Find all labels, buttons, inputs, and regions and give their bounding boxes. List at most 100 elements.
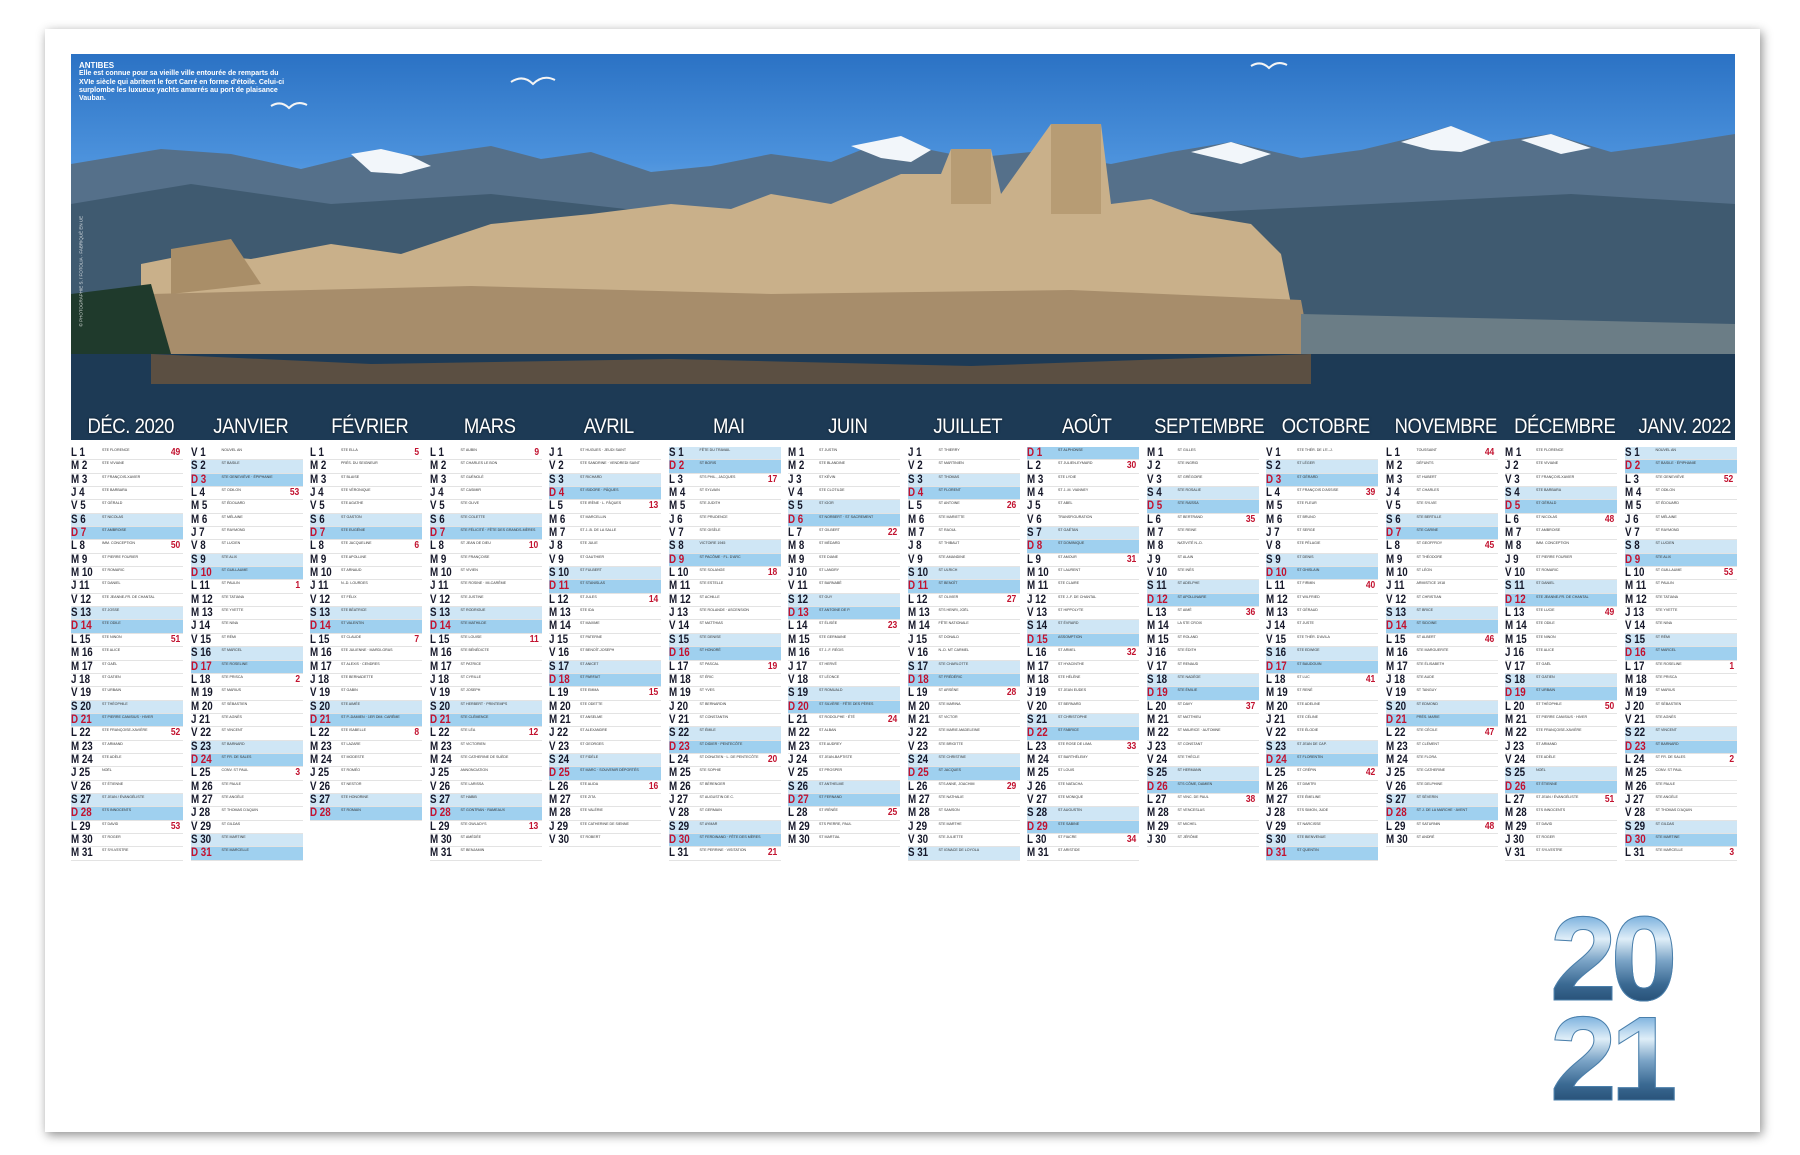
day-label: V 28	[668, 807, 689, 820]
day-label: S 2	[1266, 460, 1281, 473]
day-row: L 22 STE LÉA 12	[429, 727, 542, 741]
day-row: S 30 STE BIENVENUE	[1266, 833, 1378, 848]
day-row: J 20 ST SÉBASTIEN	[1624, 701, 1737, 714]
saint-name: ST RENAUD	[1177, 661, 1199, 666]
saint-name: ST MAXIME	[580, 621, 600, 626]
day-row: M 9 ST PIERRE FOURIER	[71, 554, 183, 568]
saint-name: STE NATACHA	[1058, 781, 1083, 786]
day-label: S 18	[1146, 673, 1167, 686]
day-row: L 16 ST ARMEL 32	[1027, 647, 1139, 661]
day-row: J 19 ST JEAN EUDES	[1027, 687, 1139, 701]
day-label: M 14	[549, 620, 571, 633]
day-row: M 28 STE VALÉRIE	[549, 807, 661, 821]
saint-name: ST AMÉDÉE	[460, 834, 482, 839]
day-row: M 3 ST GUÉNOLÉ	[429, 473, 542, 488]
saint-name: STS PIERRE, PAUL	[819, 821, 852, 826]
day-row: S 6 STE BERTILLE	[1385, 513, 1498, 528]
day-row: D 28 ST ROMAIN	[310, 807, 422, 821]
day-label: M 13	[907, 607, 930, 620]
day-label: D 30	[1624, 833, 1646, 846]
week-number: 14	[648, 593, 659, 605]
saint-name: ST GUILLAUME	[1655, 568, 1682, 573]
day-row: M 13 STE YVETTE	[190, 607, 303, 621]
day-label: J 22	[907, 727, 927, 740]
day-row: L 8 STE JACQUELINE 6	[310, 540, 422, 554]
month-column: L 1 STE ELLA 5 M 2 PRÉS. DU SEIGNEUR M 3 ST BL…	[310, 447, 422, 861]
day-label: S 29	[668, 820, 689, 833]
day-row: S 18 ST GATIEN	[1505, 673, 1617, 688]
day-row: V 31 ST SYLVESTRE	[1505, 847, 1617, 861]
day-label: L 31	[668, 847, 688, 860]
day-row: D 7 STE CARINE	[1385, 527, 1498, 541]
saint-name: STE AIMÉE	[341, 701, 360, 706]
saint-name: ST VICTORIEN	[460, 741, 486, 746]
day-row: S 12 ST GUY	[788, 593, 900, 608]
day-label: M 17	[1027, 660, 1049, 673]
day-label: M 3	[429, 473, 446, 486]
month-name: OCTOBRE	[1281, 415, 1370, 438]
day-label: L 10	[1624, 567, 1644, 580]
day-row: D 5 ST GÉRALD	[1505, 500, 1617, 514]
week-number: 53	[290, 487, 300, 499]
day-label: L 4	[190, 487, 205, 500]
day-label: L 8	[71, 540, 85, 553]
saint-name: ST ACHILLE	[699, 594, 720, 599]
day-row: D 15 ASSOMPTION	[1027, 633, 1139, 648]
day-row: L 15 STE LOUISE 11	[429, 634, 542, 648]
day-label: M 6	[549, 513, 566, 526]
saint-name: ST GILBERT	[819, 528, 840, 533]
day-label: J 5	[1027, 500, 1041, 513]
day-row: L 1 STE FLORENCE 49	[71, 447, 183, 461]
saint-name: STE HONORINE	[341, 794, 369, 799]
day-label: J 13	[1624, 607, 1644, 620]
week-number: 16	[648, 780, 659, 792]
day-row: J 14 STE NINA	[190, 620, 303, 634]
day-label: J 21	[1266, 713, 1286, 726]
day-label: V 3	[1146, 473, 1162, 486]
saint-name: ST PATERNE	[580, 634, 602, 639]
saint-name: ST JULES	[580, 594, 597, 599]
day-label: J 1	[907, 447, 922, 459]
day-row: M 22 ST ALBAN	[788, 727, 900, 741]
day-label: M 30	[1385, 833, 1408, 846]
saint-name: PRÉS. MARIE	[1416, 714, 1440, 719]
day-label: V 19	[429, 687, 450, 700]
day-label: L 1	[71, 447, 85, 459]
saint-name: STE ROSINE · MI-CARÊME	[460, 581, 507, 586]
saint-name: STE ÉMELINE	[1297, 794, 1321, 799]
week-number: 17	[768, 473, 778, 485]
saint-name: ST VENCESLAS	[1177, 808, 1205, 813]
day-label: D 4	[549, 487, 565, 500]
day-label: V 1	[190, 447, 206, 459]
saint-name: ST LUCIEN	[1655, 541, 1675, 546]
saint-name: ST BASILE	[221, 461, 240, 466]
saint-name: STE JULIETTE	[938, 834, 964, 839]
day-label: M 31	[1027, 847, 1049, 860]
saint-name: ST ALBAN	[819, 728, 837, 733]
day-row: S 7 ST GAÉTAN	[1027, 527, 1139, 541]
day-row: L 15 ST CLAUDE 7	[310, 634, 422, 648]
day-row: S 1 NOUVEL AN	[1624, 447, 1737, 461]
week-number: 2	[1729, 753, 1735, 765]
day-row: J 17 ST HERVÉ	[788, 661, 900, 674]
day-label: V 30	[549, 833, 570, 846]
day-row: M 30 ST AMÉDÉE	[429, 834, 542, 848]
day-row: S 1 FÊTE DU TRAVAIL	[668, 447, 781, 461]
saint-name: STE CÉCILE	[1416, 728, 1438, 733]
day-row: M 20 STE ODETTE	[549, 701, 661, 714]
saint-name: ST THÉOPHILE	[102, 701, 128, 706]
day-label: M 29	[788, 820, 810, 833]
week-number: 33	[1126, 740, 1137, 752]
saint-name: STE AGNÈS	[1655, 714, 1676, 719]
caption-title: ANTIBES	[79, 61, 115, 70]
day-label: J 18	[429, 673, 449, 686]
day-row: D 7 STE FÉLICITÉ · FÊTE DES GRANDS-MÈRES	[429, 527, 542, 541]
saint-name: ST ROGER	[1536, 834, 1555, 839]
day-row: V 12 ST CHRISTIAN	[1385, 594, 1498, 608]
saint-name: ST ARMAND	[1536, 741, 1557, 746]
day-label: S 27	[310, 793, 331, 806]
day-row: L 17 ST PASCAL 19	[668, 661, 781, 674]
day-label: J 16	[1505, 647, 1525, 660]
week-number: 36	[1246, 607, 1256, 619]
day-row: M 21 ST PIERRE CANISIUS · HIVER	[1505, 714, 1617, 728]
